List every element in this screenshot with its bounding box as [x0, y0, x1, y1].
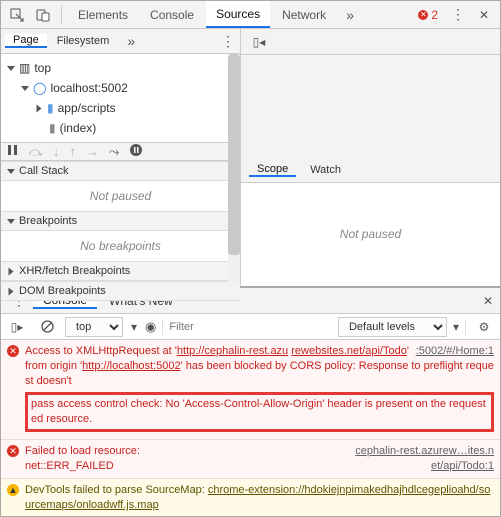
- tab-scope[interactable]: Scope: [249, 163, 296, 177]
- toggle-pane-icon[interactable]: ▯◂: [247, 30, 271, 54]
- device-icon[interactable]: [31, 3, 55, 27]
- deactivate-breakpoints-icon[interactable]: ⤳: [109, 144, 119, 160]
- navigator-menu-icon[interactable]: ⋮: [216, 29, 240, 53]
- console-sidebar-icon[interactable]: ▯▸: [5, 315, 29, 339]
- console-msg-cors[interactable]: ✕ Access to XMLHttpRequest at 'http://ce…: [1, 340, 500, 440]
- file-icon: ▮: [49, 119, 56, 137]
- close-devtools-icon[interactable]: ✕: [472, 3, 496, 27]
- step-over-icon[interactable]: ⤼: [29, 144, 43, 160]
- warning-icon: ▲: [7, 484, 19, 496]
- main-tabbar: Elements Console Sources Network » ✕ 2 ⋮…: [1, 1, 500, 29]
- levels-select[interactable]: Default levels: [338, 317, 447, 337]
- editor-empty: [241, 55, 500, 159]
- tab-network[interactable]: Network: [272, 1, 336, 28]
- callstack-body: Not paused: [1, 181, 240, 211]
- navigator-tab-page[interactable]: Page: [5, 34, 47, 48]
- sources-split: Page Filesystem » ⋮ ▥top ◯localhost:5002…: [1, 29, 500, 286]
- inspect-icon[interactable]: [5, 3, 29, 27]
- navigator-more-icon[interactable]: »: [119, 29, 143, 53]
- cloud-icon: ◯: [33, 79, 46, 97]
- error-icon: ✕: [7, 445, 19, 457]
- tree-folder[interactable]: ▮app/scripts: [7, 98, 234, 118]
- scope-watch-tabs: Scope Watch: [241, 159, 500, 183]
- step-out-icon[interactable]: ↑: [69, 144, 76, 159]
- tab-watch[interactable]: Watch: [302, 164, 349, 176]
- editor-header: ▯◂: [241, 29, 500, 55]
- file-tree: ▥top ◯localhost:5002 ▮app/scripts ▮(inde…: [1, 54, 240, 142]
- breakpoints-body: No breakpoints: [1, 231, 240, 261]
- step-into-icon[interactable]: ↓: [53, 144, 60, 159]
- debugger-toolbar: ⤼ ↓ ↑ → ⤳: [1, 142, 240, 161]
- console-msg-failed[interactable]: ✕ Failed to load resource:net::ERR_FAILE…: [1, 440, 500, 479]
- filter-input[interactable]: [169, 321, 332, 333]
- navigator-tabs: Page Filesystem » ⋮: [1, 29, 240, 54]
- section-xhr[interactable]: XHR/fetch Breakpoints: [1, 261, 240, 281]
- left-scrollbar[interactable]: [228, 55, 240, 286]
- tree-top[interactable]: ▥top: [7, 58, 234, 78]
- error-dot-icon: ✕: [418, 10, 428, 20]
- right-pane: ▯◂ Scope Watch Not paused: [241, 29, 500, 286]
- tree-host[interactable]: ◯localhost:5002: [7, 78, 234, 98]
- section-dom[interactable]: DOM Breakpoints: [1, 281, 240, 301]
- error-icon: ✕: [7, 345, 19, 357]
- console-toolbar: ▯▸ top ▾ ◉ Default levels ▾ ⚙: [1, 314, 500, 340]
- tree-file[interactable]: ▮(index): [7, 118, 234, 138]
- error-count-badge[interactable]: ✕ 2: [412, 8, 444, 22]
- drawer-close-icon[interactable]: ✕: [476, 289, 500, 313]
- pause-on-exceptions-icon[interactable]: [129, 143, 143, 160]
- scope-body: Not paused: [241, 183, 500, 287]
- console-body: ✕ Access to XMLHttpRequest at 'http://ce…: [1, 340, 500, 516]
- highlighted-error: pass access control check: No 'Access-Co…: [25, 392, 494, 432]
- navigator-tab-filesystem[interactable]: Filesystem: [49, 35, 118, 47]
- drawer: ⋮ Console What's New ✕ ▯▸ top ▾ ◉ Defaul…: [1, 286, 500, 516]
- error-count: 2: [431, 8, 438, 22]
- kebab-menu-icon[interactable]: ⋮: [446, 3, 470, 27]
- section-callstack[interactable]: Call Stack: [1, 161, 240, 181]
- console-msg-sourcemap[interactable]: ▲ DevTools failed to parse SourceMap: ch…: [1, 479, 500, 516]
- section-breakpoints[interactable]: Breakpoints: [1, 211, 240, 231]
- step-icon[interactable]: →: [86, 144, 99, 159]
- left-pane: Page Filesystem » ⋮ ▥top ◯localhost:5002…: [1, 29, 241, 286]
- tab-elements[interactable]: Elements: [68, 1, 138, 28]
- clear-console-icon[interactable]: [35, 315, 59, 339]
- context-select[interactable]: top: [65, 317, 123, 337]
- pause-icon[interactable]: [7, 144, 19, 159]
- live-expression-icon[interactable]: ◉: [145, 319, 156, 335]
- more-tabs-icon[interactable]: »: [338, 3, 362, 27]
- tab-console[interactable]: Console: [140, 1, 204, 28]
- folder-icon: ▮: [47, 99, 54, 117]
- tab-sources[interactable]: Sources: [206, 1, 270, 28]
- console-settings-icon[interactable]: ⚙: [472, 315, 496, 339]
